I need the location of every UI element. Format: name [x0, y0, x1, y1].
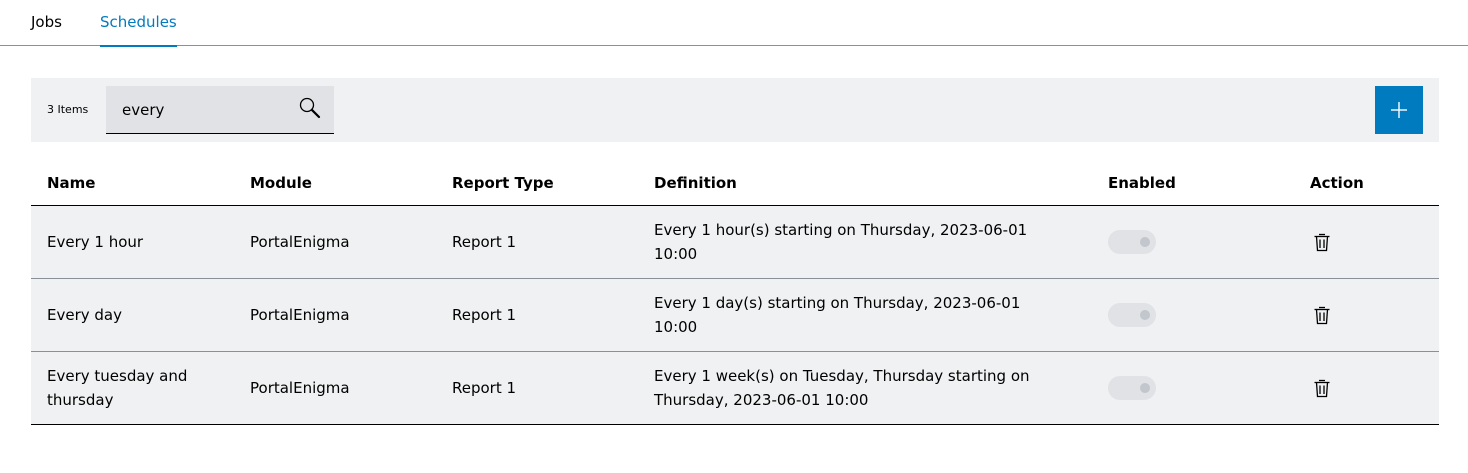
cell-module: PortalEnigma — [250, 306, 350, 324]
cell-module: PortalEnigma — [250, 379, 350, 397]
search-icon[interactable] — [298, 96, 322, 120]
cell-module: PortalEnigma — [250, 233, 350, 251]
header-action: Action — [1310, 174, 1364, 192]
enabled-toggle[interactable] — [1108, 303, 1156, 327]
cell-report-type: Report 1 — [452, 379, 517, 397]
cell-report-type: Report 1 — [452, 306, 517, 324]
header-enabled[interactable]: Enabled — [1108, 174, 1176, 192]
header-report-type[interactable]: Report Type — [452, 174, 554, 192]
item-count: 3 Items — [47, 103, 89, 116]
search-input[interactable] — [106, 86, 286, 133]
cell-report-type: Report 1 — [452, 233, 517, 251]
table-row: Every tuesday and thursday PortalEnigma … — [31, 352, 1439, 425]
cell-definition: Every 1 week(s) on Tuesday, Thursday sta… — [654, 367, 1030, 409]
delete-button[interactable] — [1310, 376, 1334, 400]
table-header: Name Module Report Type Definition Enabl… — [31, 158, 1439, 206]
header-definition[interactable]: Definition — [654, 174, 737, 192]
schedules-table: Name Module Report Type Definition Enabl… — [31, 158, 1439, 425]
search-box — [106, 86, 334, 134]
table-toolbar: 3 Items — [31, 78, 1439, 142]
trash-icon — [1314, 306, 1330, 325]
plus-icon — [1391, 102, 1407, 118]
delete-button[interactable] — [1310, 303, 1334, 327]
cell-name: Every day — [47, 306, 122, 324]
trash-icon — [1314, 379, 1330, 398]
delete-button[interactable] — [1310, 230, 1334, 254]
cell-name: Every tuesday and thursday — [47, 367, 188, 409]
header-name[interactable]: Name — [47, 174, 95, 192]
cell-definition: Every 1 hour(s) starting on Thursday, 20… — [654, 221, 1028, 263]
trash-icon — [1314, 233, 1330, 252]
table-row: Every day PortalEnigma Report 1 Every 1 … — [31, 279, 1439, 352]
tab-jobs[interactable]: Jobs — [31, 12, 62, 46]
enabled-toggle[interactable] — [1108, 230, 1156, 254]
cell-definition: Every 1 day(s) starting on Thursday, 202… — [654, 294, 1021, 336]
enabled-toggle[interactable] — [1108, 376, 1156, 400]
header-module[interactable]: Module — [250, 174, 312, 192]
add-schedule-button[interactable] — [1375, 86, 1423, 134]
table-row: Every 1 hour PortalEnigma Report 1 Every… — [31, 206, 1439, 279]
tab-schedules[interactable]: Schedules — [100, 12, 177, 47]
cell-name: Every 1 hour — [47, 233, 144, 251]
tab-bar: Jobs Schedules — [0, 0, 1468, 47]
